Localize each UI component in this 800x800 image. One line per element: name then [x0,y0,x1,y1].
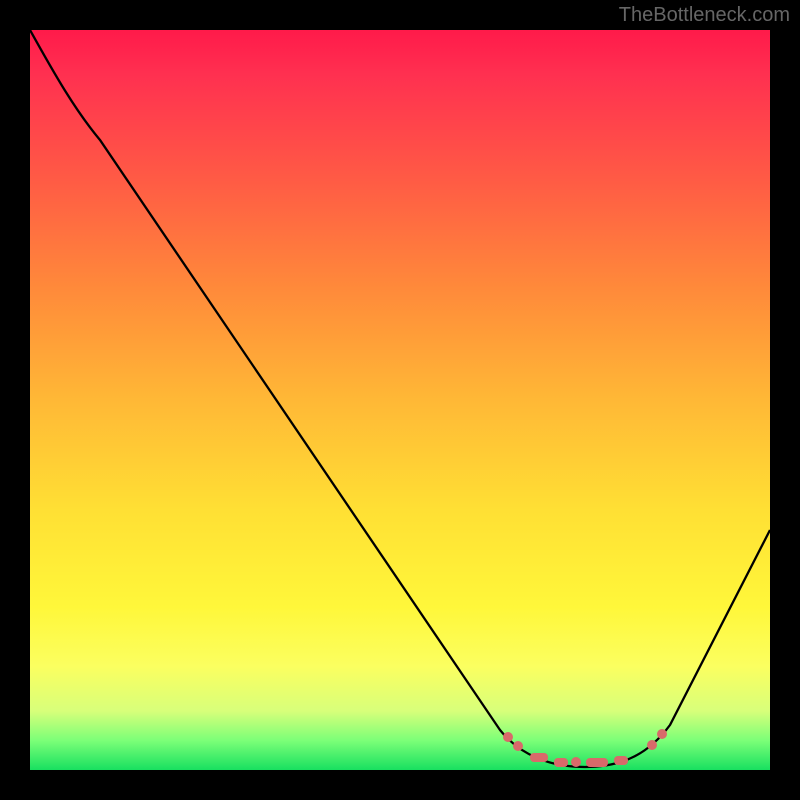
chart-plot-area [30,30,770,770]
bottleneck-curve-line [30,30,770,767]
optimal-range-markers [503,729,667,767]
watermark-text: TheBottleneck.com [619,4,790,27]
bottleneck-curve-svg [30,30,770,770]
